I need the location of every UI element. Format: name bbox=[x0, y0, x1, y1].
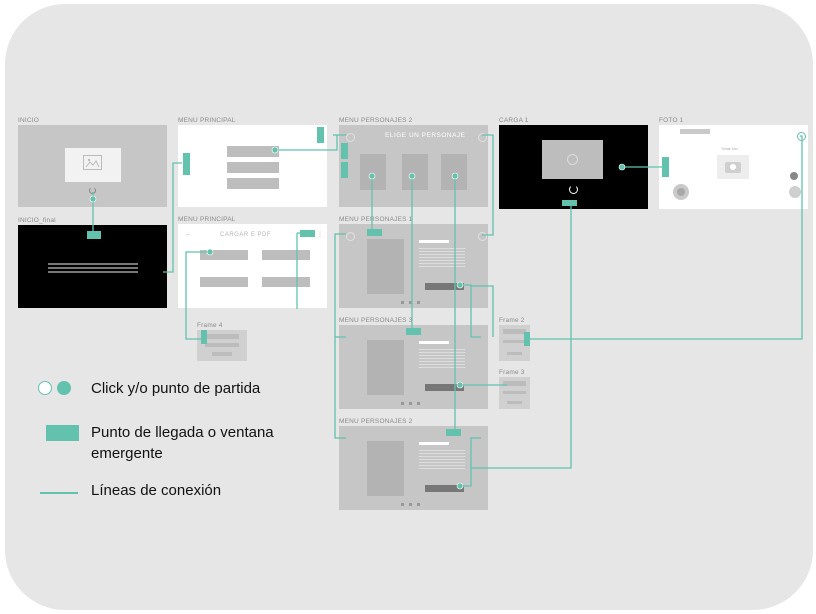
popup-frame-4[interactable] bbox=[197, 330, 247, 361]
legend-circle-filled-icon bbox=[57, 381, 71, 395]
frame-label-frame-4: Frame 4 bbox=[197, 322, 223, 329]
document-button[interactable] bbox=[262, 250, 310, 260]
title-placeholder bbox=[419, 442, 449, 445]
frame-label-frame-2: Frame 2 bbox=[499, 317, 525, 324]
document-button[interactable] bbox=[200, 250, 248, 260]
document-button[interactable] bbox=[200, 277, 248, 287]
document-button[interactable] bbox=[262, 277, 310, 287]
switch-camera-icon[interactable] bbox=[790, 172, 798, 180]
popup-frame-2[interactable] bbox=[499, 325, 530, 361]
text-placeholder-line bbox=[48, 267, 138, 269]
screen-menu-principal[interactable] bbox=[178, 125, 327, 207]
screen-foto[interactable]: Tomar foto bbox=[659, 125, 808, 209]
frame-label-inicio-final: INICIO_final bbox=[18, 217, 56, 224]
frame-label-frame-3: Frame 3 bbox=[499, 369, 525, 376]
loading-card bbox=[542, 140, 603, 179]
more-icon[interactable]: ⋮ bbox=[317, 231, 323, 238]
screen-cargar-pdf[interactable]: ← CARGAR E PDF ⋮ bbox=[178, 224, 327, 308]
next-button[interactable] bbox=[425, 384, 464, 391]
menu-button[interactable] bbox=[227, 146, 279, 157]
legend-arrival-label: Punto de llegada o ventana bbox=[91, 424, 274, 441]
frame-label-menu-personajes: MENU PERSONAJES 1 bbox=[339, 216, 413, 223]
screen-inicio-final[interactable] bbox=[18, 225, 167, 308]
menu-button[interactable] bbox=[227, 162, 279, 173]
info-circle-icon[interactable] bbox=[478, 133, 487, 142]
legend-click-label: Click y/o punto de partida bbox=[91, 380, 261, 397]
frame-label-menu-personajes: MENU PERSONAJES 2 bbox=[339, 117, 413, 124]
gallery-button[interactable] bbox=[789, 186, 801, 198]
screen-inicio[interactable] bbox=[18, 125, 167, 207]
loading-spinner-icon bbox=[89, 187, 96, 194]
text-placeholder-line bbox=[48, 263, 138, 265]
title-placeholder bbox=[419, 341, 449, 344]
pager-dots[interactable] bbox=[401, 301, 425, 304]
frame-label-carga: CARGA 1 bbox=[499, 117, 529, 124]
prototype-canvas: INICIO INICIO_final MENU PRINCIPAL MENU … bbox=[5, 4, 813, 610]
legend-lines-label: Líneas de conexión bbox=[91, 482, 222, 499]
loading-spinner-icon bbox=[569, 185, 578, 194]
frame-label-menu-personajes: MENU PERSONAJES 2 bbox=[339, 418, 413, 425]
title-placeholder bbox=[419, 240, 449, 243]
frame-label-inicio: INICIO bbox=[18, 117, 40, 124]
cargar-title: CARGAR E PDF bbox=[220, 232, 272, 238]
frame-label-foto: FOTO 1 bbox=[659, 117, 684, 124]
tomar-foto-label: Tomar foto bbox=[721, 147, 738, 151]
character-portrait bbox=[367, 441, 404, 496]
character-portrait bbox=[367, 340, 404, 395]
character-portrait bbox=[367, 239, 404, 294]
legend-arrival-label-2: emergente bbox=[91, 445, 163, 462]
back-arrow-icon[interactable]: ← bbox=[185, 231, 192, 238]
frame-label-menu-principal: MENU PRINCIPAL bbox=[178, 117, 236, 124]
character-card[interactable] bbox=[441, 154, 467, 190]
text-placeholder bbox=[419, 349, 465, 369]
character-card[interactable] bbox=[360, 154, 386, 190]
elige-title: ELIGE UN PERSONAJE bbox=[385, 132, 466, 139]
next-button[interactable] bbox=[425, 283, 464, 290]
info-circle-icon[interactable] bbox=[478, 232, 487, 241]
screen-personaje-detail[interactable] bbox=[339, 426, 488, 510]
legend-circle-outline-icon bbox=[38, 381, 52, 395]
popup-line bbox=[205, 343, 239, 347]
reload-icon bbox=[567, 154, 578, 165]
popup-header bbox=[205, 334, 239, 339]
text-placeholder-line bbox=[48, 271, 138, 273]
text-placeholder bbox=[419, 248, 465, 268]
popup-frame-3[interactable] bbox=[499, 377, 530, 409]
camera-icon[interactable] bbox=[717, 155, 749, 179]
image-placeholder-icon bbox=[83, 155, 102, 170]
screen-personaje-detail[interactable] bbox=[339, 224, 488, 308]
menu-button[interactable] bbox=[227, 178, 279, 189]
next-button[interactable] bbox=[425, 485, 464, 492]
screen-carga[interactable] bbox=[499, 125, 648, 209]
back-circle-icon[interactable] bbox=[346, 232, 355, 241]
legend-line-swatch bbox=[40, 492, 78, 494]
frame-label-menu-principal: MENU PRINCIPAL bbox=[178, 216, 236, 223]
legend-arrival-swatch bbox=[46, 425, 79, 441]
pager-dots[interactable] bbox=[401, 503, 425, 506]
info-circle-icon[interactable] bbox=[797, 132, 806, 141]
image-card bbox=[65, 148, 121, 182]
text-placeholder bbox=[419, 450, 465, 470]
header-placeholder bbox=[680, 129, 710, 134]
popup-line bbox=[212, 352, 232, 356]
screen-elige-personaje[interactable]: ELIGE UN PERSONAJE bbox=[339, 125, 488, 207]
pager-dots[interactable] bbox=[401, 402, 425, 405]
character-card[interactable] bbox=[402, 154, 428, 190]
frame-label-menu-personajes: MENU PERSONAJES 3 bbox=[339, 317, 413, 324]
back-circle-icon[interactable] bbox=[346, 133, 355, 142]
shutter-button[interactable] bbox=[673, 184, 689, 200]
screen-personaje-detail[interactable] bbox=[339, 325, 488, 409]
